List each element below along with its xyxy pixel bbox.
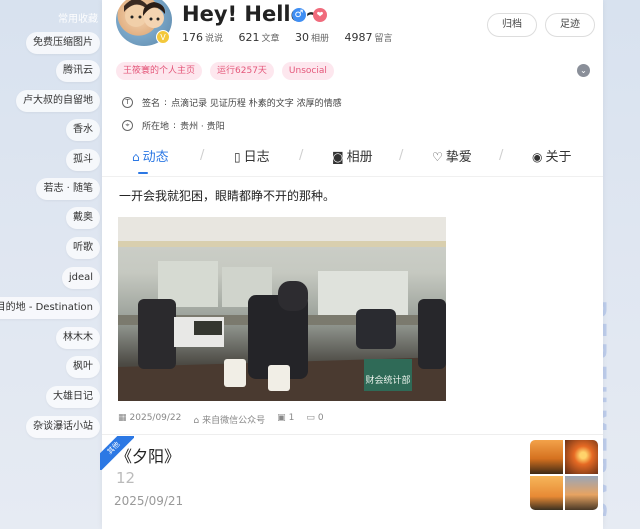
sidebar-item[interactable]: 目的地 - Destination [0,297,100,319]
article-date: 2025/09/21 [114,494,184,508]
tab-album[interactable]: ◙ 相册 [332,146,373,165]
sidebar-item[interactable]: 香水 [66,119,100,141]
sidebar-item[interactable]: 戴奥 [66,207,100,229]
signature-row: T 签名 : 点滴记录 见证历程 朴素的文字 浓厚的情感 [122,96,342,109]
article-count: 12 [116,469,136,487]
favorites-sidebar: 常用收藏 免费压缩图片 腾讯云 卢大叔的自留地 香水 孤斗 若志 · 随笔 戴奥… [0,0,106,529]
post-photo[interactable]: 财会统计部 [118,217,446,401]
location-pin-icon: ⌖ [122,120,133,131]
sidebar-item[interactable]: 孤斗 [66,149,100,171]
archive-button[interactable]: 归档 [487,13,537,37]
sunset-thumbnail [565,476,598,510]
stat-label[interactable]: 留言 [375,34,393,44]
stat-value: 4987 [344,31,373,44]
footprint-button[interactable]: 足迹 [545,13,595,37]
sidebar-item[interactable]: 若志 · 随笔 [36,178,100,200]
tab-journal[interactable]: ▯ 日志 [234,146,270,165]
location-row: ⌖ 所在地 : 贵州 · 贵阳 [122,119,225,132]
badge-heart-icon: ❤ [313,8,327,22]
article-title[interactable]: 《夕阳》 [116,443,180,467]
user-icon: ◉ [532,150,543,164]
sidebar-item[interactable]: 林木木 [56,327,100,349]
signature-text: 点滴记录 见证历程 朴素的文字 浓厚的情感 [171,99,342,109]
verified-badge-icon: V [156,30,170,44]
stat-label[interactable]: 文章 [262,34,280,44]
post-image-count: 1 [288,413,295,423]
tab-about[interactable]: ◉ 关于 [532,146,572,165]
stat-label[interactable]: 说说 [205,34,223,44]
profile-tag[interactable]: 王筱寰的个人主页 [116,62,203,80]
sidebar-item[interactable]: 大雄日记 [46,386,100,408]
profile-tags: 王筱寰的个人主页 运行6257天 Unsocial [116,62,334,80]
sidebar-item[interactable]: 免费压缩图片 [26,32,100,54]
book-icon: ▯ [234,150,241,164]
tab-moments[interactable]: ⌂ 动态 [132,146,169,165]
home-icon: ⌂ [132,150,140,164]
stat-value: 30 [295,31,310,44]
comment-icon: ▭ [306,413,315,423]
active-tab-indicator [138,172,148,174]
profile-tabs: ⌂ 动态 / ▯ 日志 / ◙ 相册 / ♡ 挚爱 / ◉ 关于 [102,146,603,174]
signature-icon: T [122,97,133,108]
sunset-thumbnail [530,476,563,510]
post-date: 2025/09/22 [129,413,182,423]
profile-tag[interactable]: 运行6257天 [210,62,274,80]
male-gender-icon: ♂ [292,8,306,22]
camera-icon: ◙ [332,150,344,164]
post-source: 来自微信公众号 [202,416,266,426]
article-thumbnails[interactable] [530,440,598,510]
source-icon: ⌂ [193,416,200,426]
location-label: 所在地 [142,122,170,132]
post-text: 一开会我就犯困，眼睛都睁不开的那种。 [119,189,336,203]
stat-label[interactable]: 相册 [311,34,329,44]
sidebar-item[interactable]: 腾讯云 [56,60,100,82]
sidebar-item[interactable]: 杂谈瀑话小站 [26,416,100,438]
profile-tag[interactable]: Unsocial [281,62,334,80]
heart-outline-icon: ♡ [432,150,443,164]
sidebar-title: 常用收藏 [58,14,98,25]
profile-card: V Hey! Hello~ ♂ ❤ 176 说说 621 文章 30 相册 4987 留… [100,0,603,529]
post-comment-count: 0 [317,413,324,423]
photo-sign-text: 财会统计部 [365,374,410,386]
sunset-thumbnail [565,440,598,474]
sidebar-item[interactable]: jdeal [61,267,100,289]
stat-value: 176 [182,31,203,44]
image-icon: ▣ [277,413,286,423]
profile-stats: 176 说说 621 文章 30 相册 4987 留言 [182,31,405,44]
location-text: 贵州 · 贵阳 [180,122,225,132]
expand-chevron-icon[interactable]: ⌄ [577,64,590,77]
post-meta: ▦ 2025/09/22 ⌂ 来自微信公众号 ▣ 1 ▭ 0 [118,413,324,426]
calendar-icon: ▦ [118,413,127,423]
sidebar-item[interactable]: 枫叶 [66,356,100,378]
sidebar-item[interactable]: 听歌 [66,237,100,259]
signature-label: 签名 [142,99,161,109]
sidebar-item[interactable]: 卢大叔的自留地 [16,90,100,112]
stat-value: 621 [238,31,260,44]
tab-beloved[interactable]: ♡ 挚爱 [432,146,472,165]
sunset-thumbnail [530,440,563,474]
